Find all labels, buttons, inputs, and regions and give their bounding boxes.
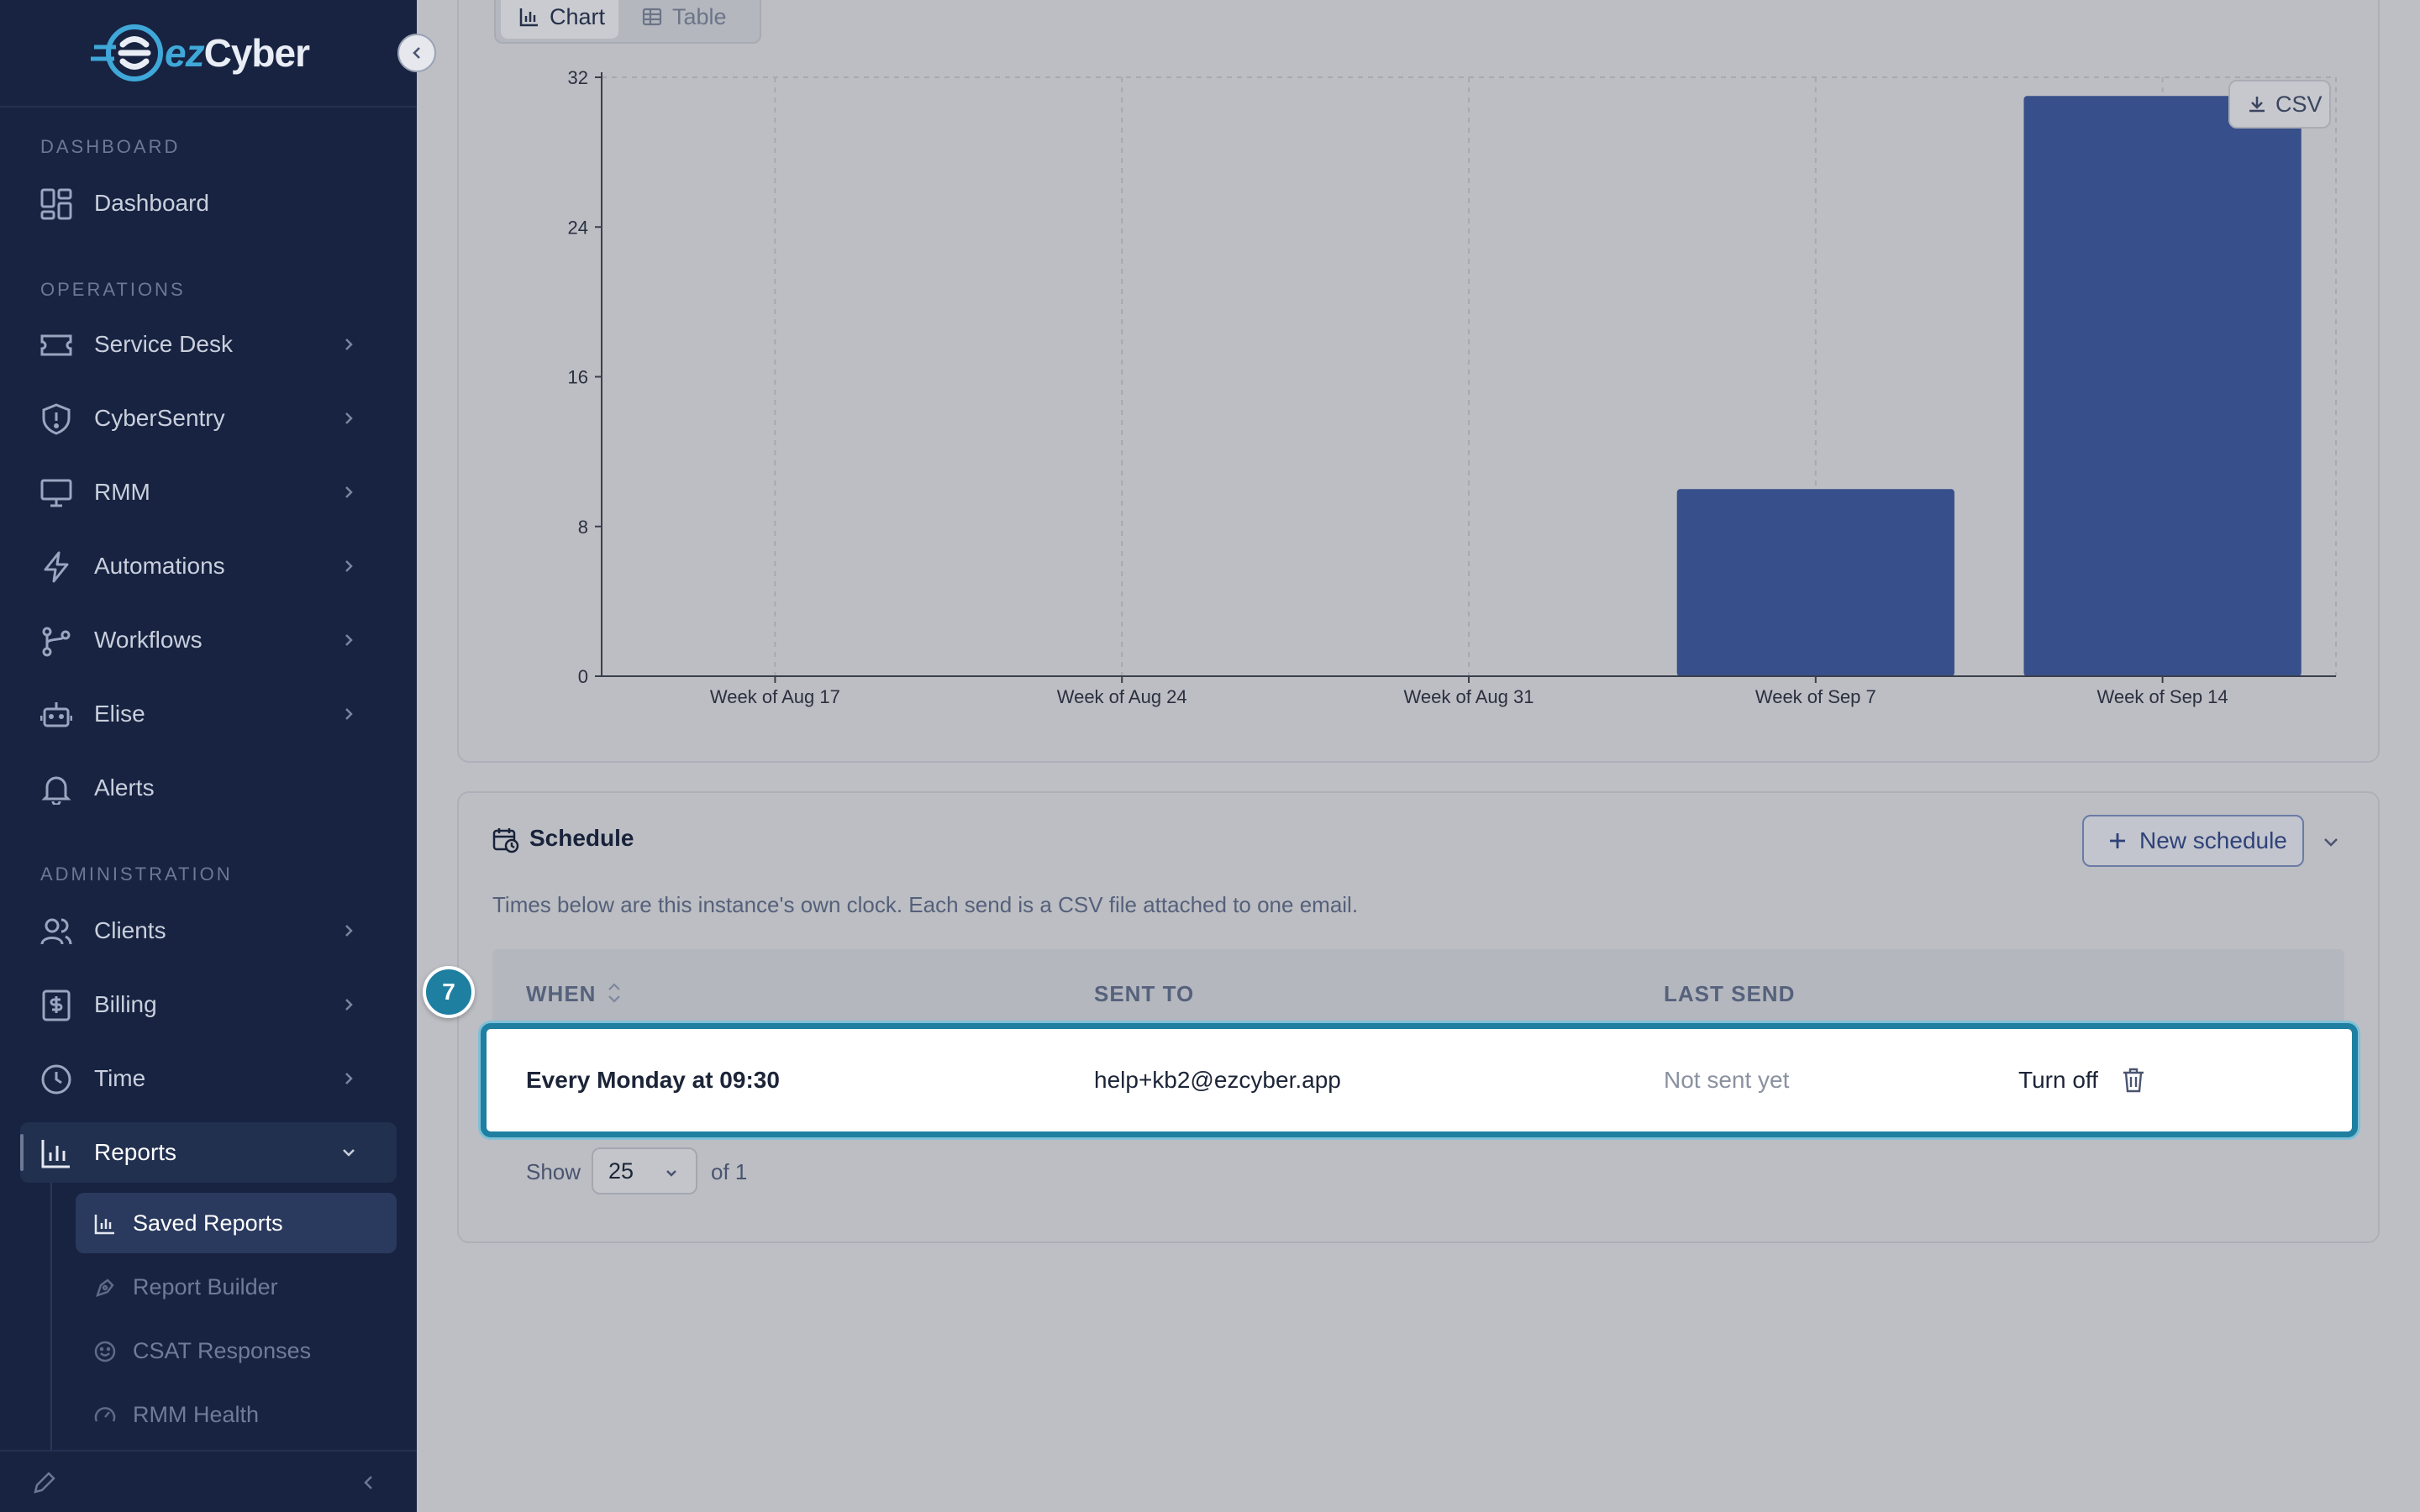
chevron-down-icon — [343, 1149, 355, 1157]
sidebar-collapse-button[interactable] — [397, 34, 436, 72]
active-indicator — [20, 1134, 24, 1171]
chevron-right-icon — [345, 1073, 353, 1084]
y-tick-label: 32 — [568, 67, 588, 88]
submenu-line — [50, 1183, 52, 1452]
calendar-clock-icon — [492, 828, 519, 853]
page-size-select[interactable]: 25 — [592, 1147, 697, 1194]
csv-button-label: CSV — [2275, 91, 2323, 117]
plus-icon — [2110, 833, 2125, 848]
sidebar-item-label: Billing — [94, 991, 157, 1017]
sidebar-item-label: Time — [94, 1065, 146, 1091]
trash-icon[interactable] — [2121, 1067, 2146, 1094]
x-tick-label: Week of Sep 7 — [1755, 686, 1876, 707]
sidebar-item-clients[interactable]: Clients — [20, 900, 397, 961]
sidebar-item-time[interactable]: Time — [20, 1048, 397, 1109]
column-header-last-send: LAST SEND — [1664, 981, 1796, 1006]
sidebar-item-billing[interactable]: Billing — [20, 974, 397, 1035]
download-icon — [2249, 97, 2265, 113]
bar-chart-icon — [94, 1215, 114, 1235]
sidebar-subitem-label: Report Builder — [133, 1273, 278, 1299]
sidebar-item-reports[interactable]: Reports — [20, 1122, 397, 1183]
sidebar-subitem-report-builder[interactable]: Report Builder — [76, 1257, 397, 1317]
billing-dollar-icon — [42, 990, 71, 1021]
section-label-administration: ADMINISTRATION — [40, 864, 233, 885]
sidebar-footer — [0, 1450, 417, 1512]
sort-icon[interactable] — [605, 981, 623, 1005]
sidebar-subitem-label: RMM Health — [133, 1401, 260, 1427]
new-schedule-label: New schedule — [2139, 827, 2287, 853]
chart-bar — [1676, 489, 1954, 676]
sidebar-subitem-saved-reports[interactable]: Saved Reports — [76, 1193, 397, 1253]
page-size-value: 25 — [608, 1158, 634, 1184]
x-tick-label: Week of Aug 17 — [710, 686, 840, 707]
chevron-right-icon — [345, 925, 353, 937]
sidebar-subitem-rmm-health[interactable]: RMM Health — [76, 1384, 397, 1445]
chart-bar — [2023, 96, 2302, 676]
schedule-description: Times below are this instance's own cloc… — [492, 892, 1359, 917]
pager-show-label: Show — [526, 1159, 581, 1184]
sidebar-item-label: Reports — [94, 1139, 177, 1165]
row-sent-to: help+kb2@ezcyber.app — [1094, 1067, 1341, 1093]
sidebar-item-alerts[interactable]: Alerts — [20, 758, 397, 818]
y-tick-label: 24 — [568, 217, 588, 238]
y-tick-label: 0 — [578, 666, 588, 687]
y-tick-label: 8 — [578, 517, 588, 538]
y-tick-label: 16 — [568, 367, 588, 388]
bar-chart-icon — [41, 1140, 70, 1168]
new-schedule-button[interactable]: New schedule — [2082, 815, 2304, 867]
bell-icon — [41, 776, 71, 805]
row-last-send: Not sent yet — [1664, 1067, 1790, 1093]
sidebar-subitem-label: Saved Reports — [133, 1210, 283, 1236]
sidebar-item-label: Alerts — [94, 774, 155, 801]
column-header-sent-to: SENT TO — [1094, 981, 1195, 1006]
x-tick-label: Week of Aug 24 — [1057, 686, 1187, 707]
gauge-icon — [94, 1407, 116, 1422]
collapse-sidebar-chevron-icon[interactable] — [360, 1473, 378, 1492]
sidebar-subitem-csat-responses[interactable]: CSAT Responses — [76, 1320, 397, 1381]
x-tick-label: Week of Aug 31 — [1404, 686, 1534, 707]
schedule-title: Schedule — [529, 825, 634, 851]
row-when: Every Monday at 09:30 — [526, 1067, 780, 1093]
smile-icon — [94, 1341, 116, 1362]
step-badge: 7 — [423, 966, 475, 1018]
column-header-when[interactable]: WHEN — [526, 981, 596, 1007]
users-icon — [40, 918, 72, 945]
chevron-right-icon — [345, 999, 353, 1011]
sidebar-item-label: Clients — [94, 917, 166, 943]
pen-tool-icon — [96, 1278, 114, 1297]
sidebar-subitem-label: CSAT Responses — [133, 1337, 312, 1363]
edit-pencil-icon[interactable] — [32, 1470, 57, 1495]
turn-off-button[interactable]: Turn off — [2018, 1067, 2098, 1094]
csv-download-button[interactable]: CSV — [2228, 80, 2331, 129]
chevron-left-icon — [413, 47, 420, 59]
bar-chart: 0 8 16 24 32 Week of Aug 17 Week of Aug 24 Week… — [568, 67, 2337, 707]
chevron-down-icon[interactable] — [2321, 832, 2341, 852]
chevron-down-icon — [666, 1170, 676, 1177]
pager-of-label: of 1 — [711, 1159, 748, 1184]
x-tick-label: Week of Sep 14 — [2097, 686, 2228, 707]
clock-icon — [41, 1064, 71, 1095]
